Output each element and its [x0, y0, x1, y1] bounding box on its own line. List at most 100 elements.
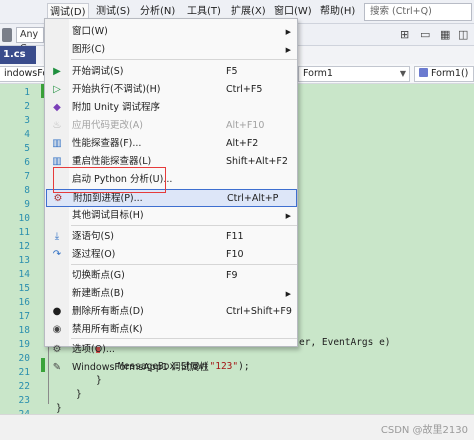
menu-item-shortcut: F11 [226, 231, 244, 242]
menu-item-label: 删除所有断点(D) [72, 306, 144, 317]
member-combo-label: Form1() [431, 68, 469, 79]
code-brace: } [76, 389, 82, 400]
menu-item-label: 新建断点(B) [72, 288, 124, 299]
menu-item-5: ♨ 应用代码更改(A) Alt+F10 [46, 117, 297, 135]
menu-item-label: 附加 Unity 调试程序 [72, 102, 161, 113]
toolbar-grip-icon [2, 28, 12, 42]
menu-item-label: 应用代码更改(A) [72, 120, 143, 131]
menu-item-label: 切换断点(G) [72, 270, 125, 281]
menu-item-shortcut: Ctrl+Shift+F9 [226, 306, 292, 317]
submenu-arrow-icon: ▶ [285, 290, 291, 298]
line-number: 19 [18, 339, 30, 350]
profiler-icon: ▥ [52, 138, 62, 149]
menu-item-4[interactable]: ◆ 附加 Unity 调试程序 [46, 99, 297, 117]
project-combo[interactable]: indowsForm [0, 66, 61, 82]
menu-item-16[interactable]: ◉ 禁用所有断点(K) [46, 321, 297, 339]
line-number: 17 [18, 311, 30, 322]
menu-item-label: 开始执行(不调试)(H) [72, 84, 161, 95]
toolbar-button-icon[interactable]: ▭ [420, 28, 430, 41]
submenu-arrow-icon: ▶ [285, 28, 291, 36]
menu-item-shortcut: F5 [226, 66, 238, 77]
code-line-25: } [56, 403, 62, 414]
menu-item-14[interactable]: 新建断点(B) ▶ [46, 285, 297, 303]
submenu-arrow-icon: ▶ [285, 46, 291, 54]
unity-icon: ◆ [53, 102, 61, 113]
line-number: 11 [18, 227, 30, 238]
menu-item-3[interactable]: ▷ 开始执行(不调试)(H) Ctrl+F5 [46, 81, 297, 99]
line-number: 21 [18, 367, 30, 378]
menu-item-shortcut: Shift+Alt+F2 [226, 156, 288, 167]
menu-item-6[interactable]: ▥ 性能探查器(F)... Alt+F2 [46, 135, 297, 153]
menu-item-1[interactable]: 图形(C) ▶ [46, 41, 297, 59]
line-number: 13 [18, 255, 30, 266]
code-line-24: } [76, 389, 82, 400]
menu-item-label: 逐语句(S) [72, 231, 114, 242]
method-icon [419, 68, 428, 77]
line-number: 8 [24, 185, 30, 196]
menu-item-18[interactable]: ✎ WindowsFormsApp1 调试属性 [46, 359, 297, 377]
toolbar-button-icon[interactable]: ◫ [458, 28, 468, 41]
menu-item-10[interactable]: 其他调试目标(H) ▶ [46, 207, 297, 225]
status-bar: CSDN @故里2130 [0, 414, 474, 440]
menu-item-shortcut: Ctrl+F5 [226, 84, 263, 95]
line-number: 22 [18, 381, 30, 392]
menu-item-label: 性能探查器(F)... [72, 138, 142, 149]
menu-item-label: 禁用所有断点(K) [72, 324, 143, 335]
code-line-20: er, EventArgs e) [299, 337, 391, 348]
menu-item-0[interactable]: 窗口(W) ▶ [46, 23, 297, 41]
line-number: 12 [18, 241, 30, 252]
line-number: 14 [18, 269, 30, 280]
step-into-icon: ⤓ [54, 231, 60, 242]
menu-item-17[interactable]: ⚙ 选项(O)... [46, 341, 297, 359]
menu-item-shortcut: F9 [226, 270, 238, 281]
line-number: 20 [18, 353, 30, 364]
tab-active-file[interactable]: 1.cs [0, 46, 36, 64]
toolbar-button-icon[interactable]: ▦ [440, 28, 450, 41]
line-number: 3 [24, 115, 30, 126]
line-number: 16 [18, 297, 30, 308]
toolbar-button-icon[interactable]: ⊞ [400, 28, 409, 41]
flame-icon: ♨ [52, 120, 62, 131]
class-combo[interactable]: Form1 ▼ [298, 66, 410, 82]
menu-item-label: 开始调试(S) [72, 66, 124, 77]
menu-item-13[interactable]: 切换断点(G) F9 [46, 267, 297, 285]
member-combo[interactable]: Form1() [414, 66, 474, 82]
change-marker [41, 358, 45, 372]
menu-item-shortcut: Alt+F2 [226, 138, 259, 149]
line-number: 18 [18, 325, 30, 336]
chevron-down-icon: ▼ [399, 69, 406, 78]
menu-item-shortcut: Alt+F10 [226, 120, 265, 131]
menu-separator [71, 264, 297, 265]
line-number: 23 [18, 395, 30, 406]
watermark-text: CSDN @故里2130 [380, 425, 468, 436]
menu-item-11[interactable]: ⤓ 逐语句(S) F11 [46, 228, 297, 246]
disable-breakpoints-icon: ◉ [52, 324, 62, 335]
line-number: 10 [18, 213, 30, 224]
play-outline-icon: ▷ [53, 84, 61, 95]
menu-item-2[interactable]: ▶ 开始调试(S) F5 [46, 63, 297, 81]
line-number: 4 [24, 129, 30, 140]
menu-separator [71, 59, 297, 60]
menu-item-12[interactable]: ↷ 逐过程(O) F10 [46, 246, 297, 264]
line-number: 7 [24, 171, 30, 182]
line-number: 15 [18, 283, 30, 294]
solution-platform-combo[interactable]: Any C [16, 27, 44, 54]
menu-help[interactable]: 帮助(H) [318, 4, 357, 20]
search-input[interactable]: 搜索 (Ctrl+Q) [364, 3, 472, 21]
gear-icon: ⚙ [52, 344, 62, 355]
line-number: 1 [24, 87, 30, 98]
play-icon: ▶ [53, 66, 61, 77]
menu-item-label: WindowsFormsApp1 调试属性 [72, 362, 209, 373]
attach-process-icon: ⚙ [53, 193, 63, 204]
step-over-icon: ↷ [52, 249, 62, 260]
annotation-highlight-box [53, 167, 166, 193]
submenu-arrow-icon: ▶ [285, 212, 291, 220]
line-number: 9 [24, 199, 30, 210]
menu-separator [71, 225, 297, 226]
line-number: 6 [24, 157, 30, 168]
menu-item-label: 窗口(W) [72, 26, 108, 37]
menu-item-label: 选项(O)... [72, 344, 115, 355]
class-combo-label: Form1 [303, 68, 333, 79]
menu-item-label: 图形(C) [72, 44, 106, 55]
menu-item-15[interactable]: ● 删除所有断点(D) Ctrl+Shift+F9 [46, 303, 297, 321]
